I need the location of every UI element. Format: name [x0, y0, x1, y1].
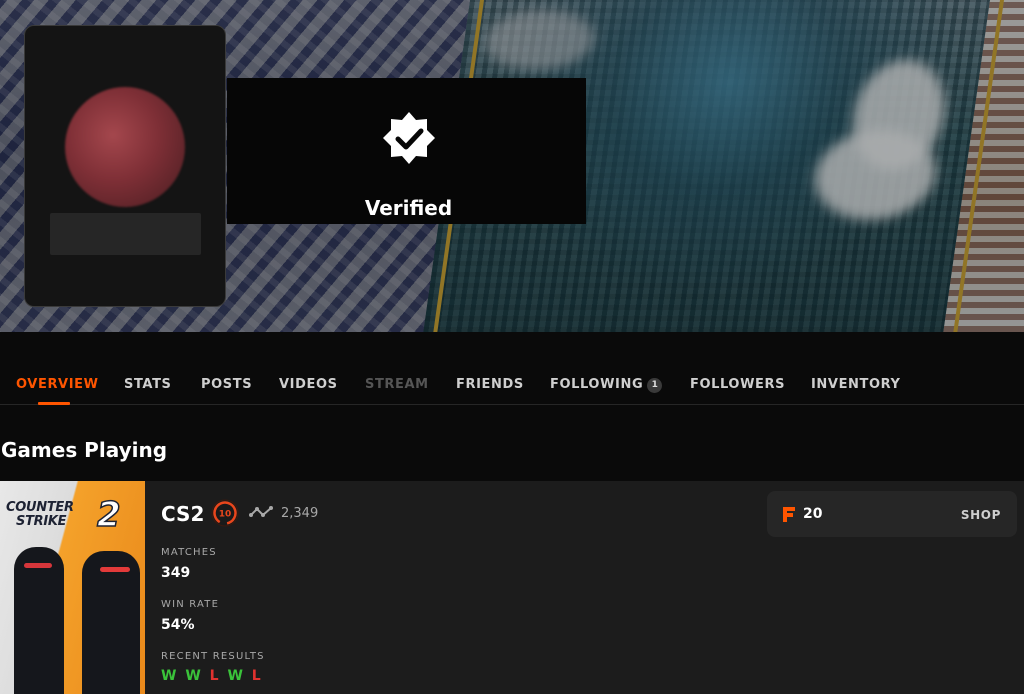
cover-soldier [82, 551, 140, 694]
faceit-points-icon [783, 507, 795, 522]
cover-number: 2 [96, 494, 121, 536]
avatar[interactable] [65, 87, 185, 207]
elo-value: 2,349 [281, 506, 319, 521]
matches-label: MATCHES [161, 547, 217, 558]
recent-results: W W L W L [161, 668, 263, 684]
skill-level-icon: 10 [211, 499, 239, 527]
cover-soldier [14, 547, 64, 694]
verified-tooltip: Verified [227, 78, 586, 224]
tab-stream[interactable]: STREAM [365, 377, 429, 392]
tab-stats[interactable]: STATS [124, 377, 172, 392]
verified-badge-icon [383, 112, 435, 164]
section-title: Games Playing [1, 438, 168, 462]
active-tab-indicator [38, 402, 70, 405]
tab-posts[interactable]: POSTS [201, 377, 252, 392]
result-item: W [185, 668, 203, 684]
game-name: CS2 [161, 502, 205, 526]
nickname-placeholder [50, 213, 201, 255]
elo-icon [249, 506, 273, 517]
result-item: L [209, 668, 221, 684]
following-count-badge: 1 [647, 378, 663, 393]
tab-overview[interactable]: OVERVIEW [16, 377, 99, 392]
result-item: W [161, 668, 179, 684]
winrate-value: 54% [161, 617, 195, 633]
game-cover-image[interactable]: COUNTER STRIKE 2 [0, 481, 145, 694]
tab-followers[interactable]: FOLLOWERS [690, 377, 785, 392]
points-value: 20 [803, 506, 823, 522]
tab-following-label: FOLLOWING [550, 377, 644, 392]
result-item: W [227, 668, 245, 684]
profile-card [24, 25, 226, 307]
tab-inventory[interactable]: INVENTORY [811, 377, 901, 392]
profile-tabs: OVERVIEW STATS POSTS VIDEOS STREAM FRIEN… [0, 364, 1024, 405]
recent-results-label: RECENT RESULTS [161, 651, 265, 662]
result-item: L [251, 668, 263, 684]
shop-button[interactable]: SHOP [961, 508, 1001, 522]
points-shop-bar: 20 SHOP [767, 491, 1017, 537]
matches-value: 349 [161, 565, 191, 581]
profile-page: Verified OVERVIEW STATS POSTS VIDEOS STR… [0, 0, 1024, 694]
tab-videos[interactable]: VIDEOS [279, 377, 338, 392]
cover-title: COUNTER STRIKE [6, 500, 74, 529]
tab-following[interactable]: FOLLOWING 1 [550, 377, 663, 393]
winrate-label: WIN RATE [161, 599, 220, 610]
verified-label: Verified [364, 196, 453, 220]
svg-text:10: 10 [219, 510, 232, 520]
game-card[interactable]: COUNTER STRIKE 2 CS2 10 2,349 MATCHES 34… [0, 481, 1024, 694]
tab-friends[interactable]: FRIENDS [456, 377, 524, 392]
